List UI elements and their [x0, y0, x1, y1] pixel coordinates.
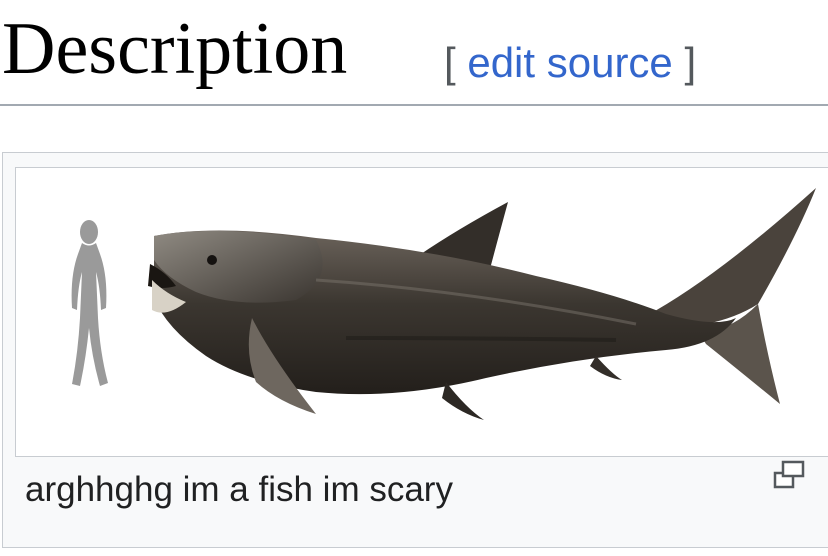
fish-illustration — [71, 188, 816, 420]
wiki-page: Description [ edit source ] arghhghg im … — [0, 0, 828, 556]
magnify-clip-icon[interactable] — [771, 457, 807, 493]
thumbnail-frame: arghhghg im a fish im scary — [2, 152, 828, 548]
edit-section-links: [ edit source ] — [444, 38, 696, 88]
human-silhouette — [71, 220, 108, 386]
edit-source-link[interactable]: edit source — [467, 39, 672, 86]
edit-close-bracket: ] — [684, 39, 697, 86]
thumbnail-image[interactable] — [15, 167, 828, 457]
section-heading: Description — [2, 8, 348, 90]
heading-underline — [0, 104, 828, 106]
section-header: Description [ edit source ] — [0, 0, 828, 106]
anal-fin — [590, 356, 622, 380]
pelvic-fin — [442, 382, 484, 420]
tail-fin-upper — [646, 188, 816, 324]
edit-open-bracket: [ — [444, 39, 456, 86]
thumbnail-caption: arghhghg im a fish im scary — [25, 470, 453, 509]
